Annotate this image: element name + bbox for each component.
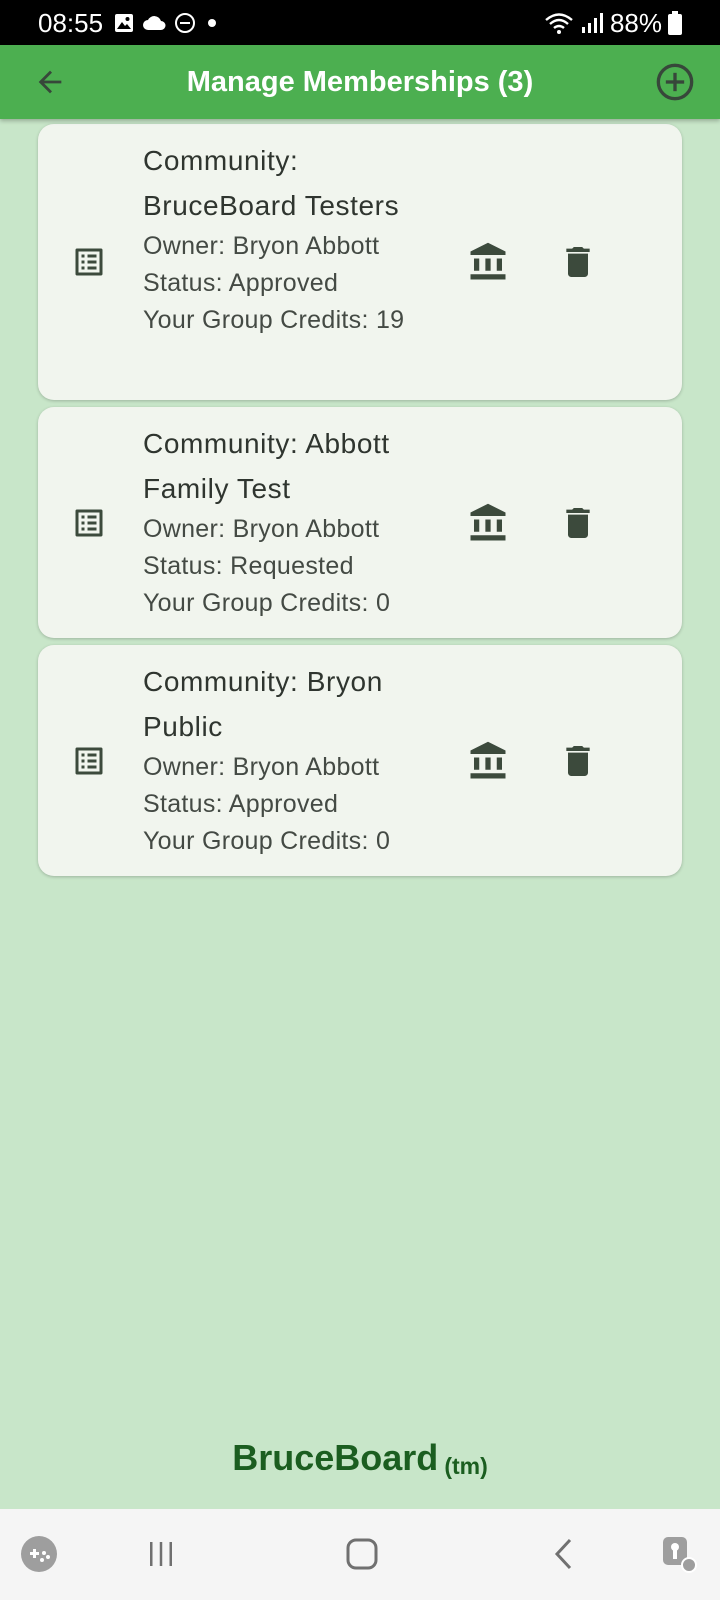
wifi-icon bbox=[545, 13, 573, 34]
nav-back-button[interactable] bbox=[542, 1531, 588, 1577]
page-title: Manage Memberships (3) bbox=[186, 66, 534, 98]
membership-title: Community: Bryon Public bbox=[143, 666, 383, 742]
list-alt-icon bbox=[75, 248, 103, 276]
accessibility-button[interactable] bbox=[656, 1531, 702, 1577]
delete-membership-button[interactable] bbox=[552, 236, 604, 288]
membership-owner: Owner: Bryon Abbott bbox=[143, 232, 380, 260]
add-circle-icon bbox=[656, 63, 694, 101]
membership-details: Community: BruceBoard Testers Owner: Bry… bbox=[143, 138, 443, 339]
bank-icon bbox=[470, 741, 506, 778]
chevron-left-icon bbox=[554, 1538, 572, 1570]
delete-membership-button[interactable] bbox=[552, 735, 604, 787]
signal-icon bbox=[581, 13, 603, 33]
membership-credits: Your Group Credits: 0 bbox=[143, 827, 391, 855]
membership-status: Status: Approved bbox=[143, 790, 339, 818]
do-not-disturb-icon bbox=[175, 13, 195, 33]
membership-details: Community: Bryon Public Owner: Bryon Abb… bbox=[143, 659, 443, 860]
brand-trademark: (tm) bbox=[444, 1453, 488, 1479]
gamepad-icon bbox=[21, 1536, 57, 1572]
battery-percent: 88% bbox=[609, 8, 662, 38]
system-nav-bar bbox=[0, 1509, 720, 1600]
membership-details: Community: Abbott Family Test Owner: Bry… bbox=[143, 421, 443, 622]
bank-icon bbox=[470, 503, 506, 540]
home-icon bbox=[346, 1538, 378, 1570]
home-button[interactable] bbox=[339, 1531, 385, 1577]
trash-icon bbox=[566, 507, 590, 538]
membership-owner: Owner: Bryon Abbott bbox=[143, 515, 380, 543]
add-membership-button[interactable] bbox=[654, 61, 696, 103]
membership-credits: Your Group Credits: 0 bbox=[143, 589, 391, 617]
game-launcher-button[interactable] bbox=[16, 1531, 62, 1577]
membership-title: Community: BruceBoard Testers bbox=[143, 145, 400, 221]
membership-card[interactable]: Community: Abbott Family Test Owner: Bry… bbox=[38, 407, 682, 638]
app-bar: Manage Memberships (3) bbox=[0, 45, 720, 119]
recent-apps-icon bbox=[150, 1542, 172, 1566]
back-button[interactable] bbox=[30, 62, 70, 102]
membership-card[interactable]: Community: BruceBoard Testers Owner: Bry… bbox=[38, 124, 682, 400]
trash-icon bbox=[566, 247, 590, 277]
battery-icon bbox=[668, 11, 682, 35]
delete-membership-button[interactable] bbox=[552, 497, 604, 549]
cloud-icon bbox=[143, 16, 166, 30]
membership-list: Community: BruceBoard Testers Owner: Bry… bbox=[38, 124, 682, 883]
brand-name: BruceBoard bbox=[232, 1437, 439, 1478]
touch-assist-icon bbox=[663, 1537, 697, 1573]
trash-icon bbox=[566, 745, 590, 776]
list-alt-icon bbox=[75, 747, 103, 774]
arrow-left-icon bbox=[38, 70, 62, 94]
membership-title: Community: Abbott Family Test bbox=[143, 428, 390, 504]
membership-status: Status: Requested bbox=[143, 552, 354, 580]
list-alt-icon bbox=[75, 509, 103, 536]
image-icon bbox=[115, 14, 133, 32]
bank-icon bbox=[470, 242, 506, 280]
status-right: 88% bbox=[544, 8, 682, 38]
status-time: 08:55 bbox=[38, 8, 104, 38]
recent-apps-button[interactable] bbox=[138, 1531, 184, 1577]
status-bar: 08:55 88% bbox=[0, 0, 720, 45]
membership-status: Status: Approved bbox=[143, 269, 339, 297]
membership-owner: Owner: Bryon Abbott bbox=[143, 753, 380, 781]
group-credits-button[interactable] bbox=[462, 735, 514, 787]
group-credits-button[interactable] bbox=[462, 497, 514, 549]
group-credits-button[interactable] bbox=[462, 236, 514, 288]
notification-icons bbox=[114, 12, 220, 34]
membership-card[interactable]: Community: Bryon Public Owner: Bryon Abb… bbox=[38, 645, 682, 876]
dot-icon bbox=[208, 19, 216, 27]
brand-footer: BruceBoard (tm) bbox=[0, 1437, 720, 1479]
membership-credits: Your Group Credits: 19 bbox=[143, 306, 405, 334]
